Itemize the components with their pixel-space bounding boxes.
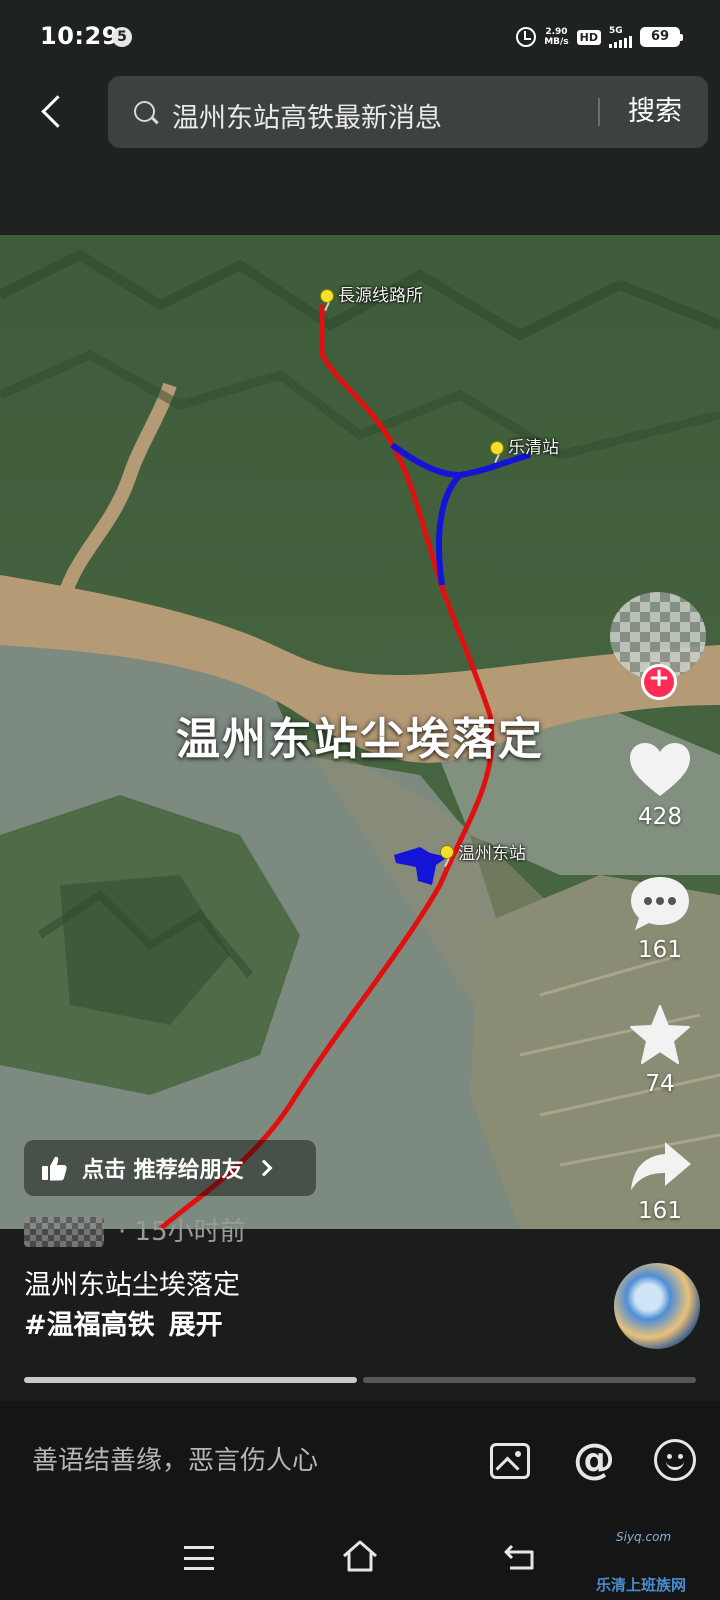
home-nav-icon[interactable] [340,1538,380,1574]
favorite-count: 74 [645,1071,675,1097]
map-label-wenzhou-east: 温州东站 [458,844,526,864]
heart-icon [630,743,690,796]
map-pin-icon [440,845,454,859]
progress-segment [363,1377,696,1383]
favorite-button[interactable]: 74 [610,1003,710,1097]
search-input[interactable]: 温州东站高铁最新消息 [172,96,442,135]
chevron-right-icon [255,1159,273,1177]
network-speed-unit: MB/s [544,37,569,47]
like-count: 428 [638,804,682,830]
post-info: · 15小时前 温州东站尘埃落定 #温福高铁 展开 [0,1217,720,1401]
network-speed: 2.90 MB/s [544,27,568,47]
status-time: 10:29 [40,22,119,50]
map-label-yueqing: 乐清站 [508,438,559,458]
share-count: 161 [638,1198,682,1224]
comment-count: 161 [638,937,682,963]
watermark-logo: Siyq.com [616,1530,672,1544]
star-icon [630,1005,690,1064]
thumbs-up-icon [42,1156,67,1181]
progress-segment [24,1377,357,1383]
alarm-icon [516,27,537,47]
search-divider [598,98,600,126]
share-icon [631,1142,691,1190]
post-time: · 15小时前 [118,1217,246,1247]
music-disc[interactable] [614,1263,700,1349]
map-pin-icon [490,441,504,455]
recommend-to-friends-button[interactable]: 点击 推荐给朋友 [24,1140,316,1196]
search-button[interactable]: 搜索 [610,92,700,132]
back-nav-icon[interactable] [502,1542,538,1572]
recommend-label: 点击 推荐给朋友 [82,1158,244,1183]
video-title: 温州东站尘埃落定 [24,1270,240,1301]
mention-icon[interactable]: @ [570,1435,618,1483]
video-progress[interactable] [24,1377,696,1383]
hashtag-row: #温福高铁 展开 [24,1303,223,1342]
battery-icon: 69 [640,27,683,47]
image-icon[interactable] [490,1443,530,1479]
map-pin-icon [320,289,334,303]
watermark: Siyq.com 乐清上班族网 [596,1530,716,1596]
menu-nav-icon[interactable] [184,1546,214,1570]
notification-count-badge: 5 [112,27,132,47]
signal-icon: 5G [609,26,632,48]
search-header: 温州东站高铁最新消息 搜索 [0,70,720,235]
status-bar: 10:29 5 2.90 MB/s HD 5G 69 [0,0,720,70]
watermark-text: 乐清上班族网 [596,1576,687,1594]
emoji-icon[interactable] [654,1439,696,1481]
like-button[interactable]: 428 [610,740,710,830]
comment-icon [631,877,689,930]
comment-input[interactable]: 善语结善缘，恶言伤人心 [32,1440,318,1477]
network-speed-value: 2.90 [545,27,568,37]
status-icons: 2.90 MB/s HD 5G 69 [516,24,683,50]
network-type: 5G [609,26,623,36]
comment-bar: 善语结善缘，恶言伤人心 @ [0,1401,720,1516]
hashtag-link[interactable]: #温福高铁 [24,1310,155,1341]
map-label-changyuan: 長源线路所 [338,286,423,306]
hd-icon: HD [576,29,601,45]
comment-button[interactable]: 161 [610,873,710,963]
expand-link[interactable]: 展开 [169,1310,223,1341]
author-name[interactable] [24,1217,104,1247]
follow-button[interactable] [641,663,677,700]
share-button[interactable]: 161 [610,1138,710,1224]
back-button[interactable] [30,92,76,138]
search-box[interactable]: 温州东站高铁最新消息 搜索 [108,76,708,148]
search-icon [134,101,155,122]
